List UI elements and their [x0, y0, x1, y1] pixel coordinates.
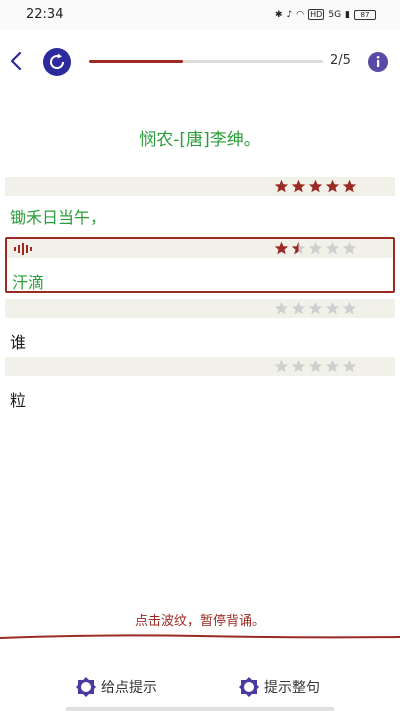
poem-line: 汗滴	[12, 273, 45, 292]
battery-icon: 87	[354, 9, 376, 20]
mic-icon: ♪	[286, 9, 293, 20]
line-rating-bar	[5, 299, 395, 318]
star-icon	[291, 241, 306, 255]
top-bar: 2/5	[0, 38, 400, 86]
restart-icon[interactable]	[42, 47, 72, 77]
star-icon	[308, 179, 323, 193]
wave-divider[interactable]	[0, 630, 400, 642]
star-icon	[325, 179, 340, 193]
star-icon	[342, 241, 357, 255]
status-bar: 22:34 ✱ ♪ ◠ HD 5G ▮ 87	[0, 0, 400, 30]
progress-text: 2/5	[330, 53, 351, 68]
poem-line: 锄禾日当午，	[10, 208, 107, 227]
give-hint-label: 给点提示	[101, 680, 157, 696]
star-icon	[342, 301, 357, 315]
progress-fill	[89, 60, 183, 63]
star-rating	[274, 357, 357, 376]
star-icon	[325, 301, 340, 315]
voice-wave-icon[interactable]	[13, 242, 37, 256]
status-icons: ✱ ♪ ◠ HD 5G ▮ 87	[275, 9, 376, 20]
progress-bar	[89, 60, 323, 63]
star-icon	[342, 179, 357, 193]
back-icon[interactable]	[6, 50, 28, 72]
line-rating-bar	[7, 239, 393, 258]
star-icon	[325, 241, 340, 255]
show-full-line-label: 提示整句	[264, 680, 320, 696]
star-rating	[274, 177, 357, 196]
star-icon	[274, 359, 289, 373]
show-full-line-button[interactable]: 提示整句	[238, 674, 320, 700]
active-line-card[interactable]: 汗滴	[5, 237, 395, 293]
star-icon	[274, 301, 289, 315]
star-icon	[291, 179, 306, 193]
give-hint-button[interactable]: 给点提示	[75, 674, 157, 700]
signal-icon: ▮	[345, 9, 350, 20]
star-rating	[274, 299, 357, 318]
poem-title: 悯农-[唐]李绅。	[139, 130, 261, 150]
star-icon	[308, 241, 323, 255]
line-rating-bar	[5, 177, 395, 196]
star-icon	[308, 359, 323, 373]
signal-label: 5G	[328, 9, 342, 20]
status-time: 22:34	[26, 7, 64, 22]
star-rating	[274, 239, 357, 258]
star-icon	[342, 359, 357, 373]
line-rating-bar	[5, 357, 395, 376]
network-type-badge: HD	[308, 9, 325, 20]
bottom-toolbar: 给点提示 提示整句	[0, 674, 400, 702]
info-icon[interactable]	[367, 51, 389, 73]
hint-badge-icon	[239, 677, 259, 697]
poem-line: 粒	[10, 391, 27, 410]
star-icon	[308, 301, 323, 315]
star-icon	[325, 359, 340, 373]
hint-badge-icon	[76, 677, 96, 697]
pause-hint: 点击波纹，暂停背诵。	[134, 614, 265, 629]
star-icon	[274, 241, 289, 255]
poem-line: 谁	[10, 333, 27, 352]
star-icon	[291, 301, 306, 315]
star-icon	[274, 179, 289, 193]
home-indicator	[66, 707, 334, 711]
bluetooth-icon: ✱	[275, 9, 283, 20]
wifi-icon: ◠	[296, 9, 305, 20]
star-icon	[291, 359, 306, 373]
